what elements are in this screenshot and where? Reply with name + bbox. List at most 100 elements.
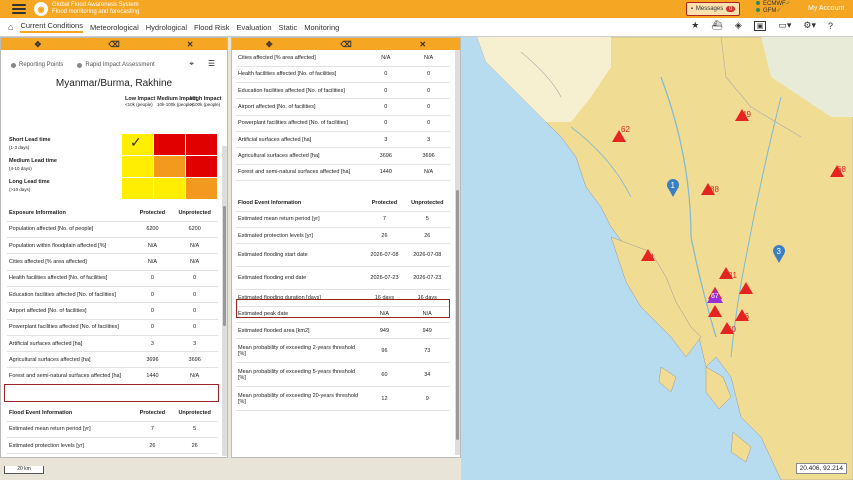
table-row: Estimated flooded area [km2] 949 949	[236, 322, 450, 340]
protected-value: 2026-07-23	[364, 266, 405, 291]
row-label: Health facilities affected [No. of facil…	[7, 270, 134, 287]
protected-value: N/A	[133, 237, 172, 255]
unprotected-value: 0	[171, 302, 218, 320]
table-header-row: Flood Event Information Protected Unprot…	[236, 195, 450, 212]
unprotected-value: 5	[404, 211, 450, 229]
clear-icon[interactable]: ⌫	[108, 40, 119, 49]
check-icon: ✓	[785, 1, 791, 7]
protected-value: 3696	[364, 147, 408, 165]
help-icon[interactable]: ?	[828, 21, 833, 31]
unprotected-value: 3	[171, 335, 218, 353]
tab-label: Rapid Impact Assessment	[85, 62, 155, 68]
coordinate-readout: 20.406, 92.214	[795, 463, 847, 474]
table-row: Education facilities affected [No. of fa…	[7, 286, 218, 304]
tab-rapid-impact-assessment[interactable]: Rapid Impact Assessment	[77, 62, 155, 68]
table-row: Education facilities affected [No. of fa…	[236, 82, 450, 100]
table-row: Agricultural surfaces affected [ha] 3696 3…	[7, 351, 218, 369]
unprotected-value: 9	[404, 386, 450, 412]
main-nav: ⌂ Current Conditions Meteorological Hydr…	[0, 18, 853, 37]
expand-icon[interactable]: ✥	[35, 40, 42, 49]
unprotected-value: 26	[171, 437, 218, 455]
close-icon[interactable]: ✕	[187, 40, 194, 49]
tab-reporting-points[interactable]: Reporting Points	[11, 62, 63, 68]
app-title-line2: Flood monitoring and forecasting	[52, 9, 140, 15]
scrollbar-thumb[interactable]	[223, 206, 226, 326]
table-header-row: Flood Event Information Protected Unprot…	[7, 405, 218, 422]
home-icon[interactable]: ⌂	[8, 22, 13, 32]
nav-flood-risk[interactable]: Flood Risk	[194, 23, 229, 32]
nav-monitoring[interactable]: Monitoring	[304, 23, 339, 32]
table-header-row: Exposure Information Protected Unprotect…	[7, 205, 218, 222]
map-scale: 20 km	[4, 466, 44, 474]
matrix-cell	[154, 156, 185, 177]
messages-button[interactable]: ▪ Messages 0	[686, 2, 740, 16]
nav-current-conditions[interactable]: Current Conditions	[20, 21, 83, 33]
row-label: Estimated protection levels [yr]	[236, 227, 365, 245]
unprotected-value: 3696	[171, 351, 218, 369]
unprotected-value: 2026-07-23	[404, 266, 450, 291]
messages-count-badge: 0	[726, 6, 736, 12]
row-label: Artificial surfaces affected [ha]	[236, 131, 365, 149]
unprotected-value: 6200	[171, 221, 218, 239]
unprotected-value: 26	[404, 227, 450, 245]
unprotected-value: 0	[407, 115, 450, 132]
table-row: Agricultural surfaces affected [ha] 3696 3…	[236, 147, 450, 165]
row-label: Education facilities affected [No. of fa…	[7, 286, 134, 304]
protected-value: 26	[133, 437, 172, 455]
protected-value: 26	[364, 227, 405, 245]
table-header: Unprotected	[404, 195, 450, 212]
locate-icon[interactable]: ⌖	[189, 59, 194, 69]
exposure-table: Exposure Information Protected Unprotect…	[7, 205, 218, 385]
marker-label: 60	[727, 325, 736, 334]
marker-label: 68	[837, 165, 846, 174]
row-label: Forest and semi-natural surfaces affecte…	[236, 164, 365, 181]
unprotected-value: 3	[407, 131, 450, 149]
nav-static[interactable]: Static	[279, 23, 298, 32]
protected-value: N/A	[364, 50, 408, 67]
matrix-row-long: Long Lead time (>10 days)	[9, 179, 50, 193]
scrollbar[interactable]	[222, 146, 227, 456]
list-icon[interactable]: ☰	[208, 59, 215, 69]
table-row: Powerplant facilities affected [No. of f…	[236, 115, 450, 132]
map-view[interactable]: 62 49 68 88 84 31 76 60 67 1 3 20.406, 9…	[461, 37, 853, 480]
table-row: Mean probability of exceeding 2-years th…	[236, 338, 450, 364]
gear-icon[interactable]: ⚙▾	[803, 20, 816, 31]
matrix-row-medium: Medium Lead time (4-10 days)	[9, 158, 57, 172]
matrix-row-sub: (>10 days)	[9, 187, 31, 192]
layers-icon[interactable]: ◈	[735, 20, 742, 31]
map-icon[interactable]: ▣	[753, 20, 767, 31]
nav-tools: ★ ⛴ ◈ ▣ ▭▾ ⚙▾ ?	[691, 20, 833, 31]
nav-hydrological[interactable]: Hydrological	[146, 23, 187, 32]
nav-evaluation[interactable]: Evaluation	[236, 23, 271, 32]
menu-icon[interactable]	[12, 4, 26, 14]
marker-label: 31	[728, 271, 737, 280]
ship-icon[interactable]: ⛴	[711, 20, 722, 31]
matrix-cell	[122, 178, 153, 199]
highlight-box	[4, 384, 219, 402]
clear-icon[interactable]: ⌫	[340, 40, 351, 49]
unprotected-value: 0	[407, 66, 450, 84]
monitor-icon[interactable]: ▭▾	[778, 20, 791, 31]
protected-value: 60	[364, 362, 405, 388]
star-icon[interactable]: ★	[691, 20, 699, 31]
row-label: Estimated protection levels [yr]	[7, 437, 134, 455]
row-label: Cities affected [% area affected]	[236, 50, 365, 67]
status-dot-icon	[756, 8, 760, 12]
protected-value: 96	[364, 338, 405, 364]
expand-icon[interactable]: ✥	[266, 40, 273, 49]
scrollbar[interactable]	[455, 50, 460, 455]
scrollbar-thumb[interactable]	[456, 190, 459, 440]
protected-value: N/A	[133, 253, 172, 271]
table-row: Artificial surfaces affected [ha] 3 3	[7, 335, 218, 353]
marker-label: 88	[710, 185, 719, 194]
my-account-link[interactable]: My Account	[808, 5, 844, 12]
table-row: Estimated flooding end date 2026-07-23 202…	[236, 266, 450, 291]
ecmwf-label: ECMWF	[763, 1, 786, 7]
nav-meteorological[interactable]: Meteorological	[90, 23, 139, 32]
matrix-row-sub: (1-3 days)	[9, 145, 30, 150]
cluster-label: 3	[777, 247, 782, 256]
row-label: Mean probability of exceeding 5-years th…	[236, 362, 365, 388]
row-label: Artificial surfaces affected [ha]	[7, 335, 134, 353]
close-icon[interactable]: ✕	[419, 40, 426, 49]
unprotected-value: 3696	[407, 147, 450, 165]
